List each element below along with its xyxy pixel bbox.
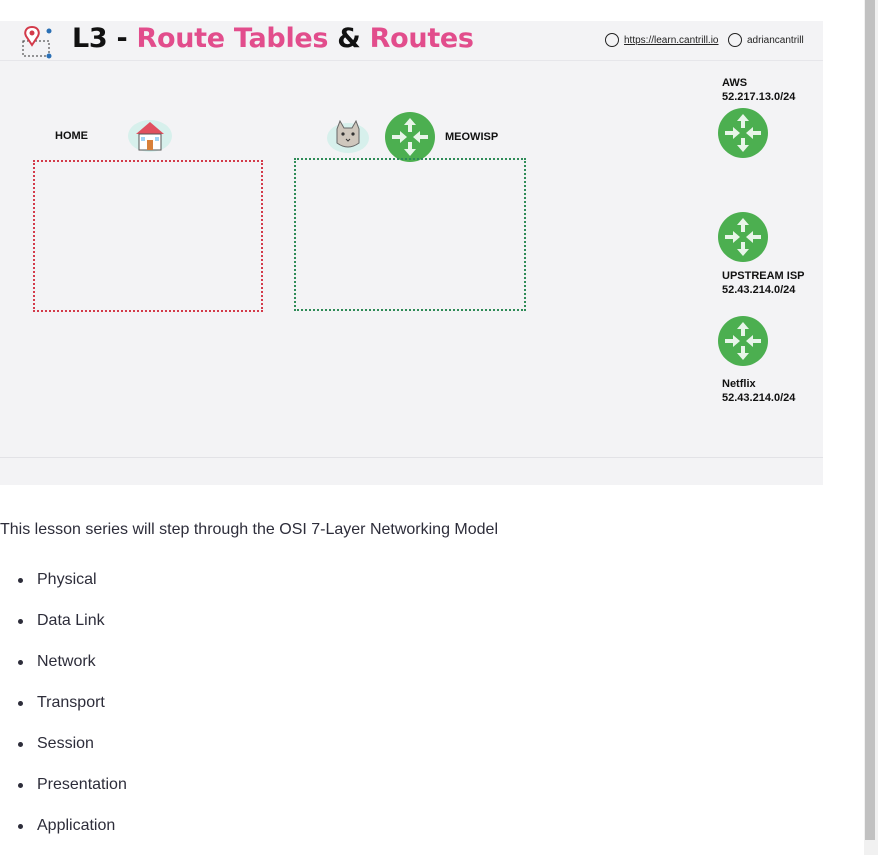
upstream-network: 52.43.214.0/24 bbox=[722, 284, 796, 296]
aws-router-icon bbox=[718, 108, 768, 158]
netflix-router-icon bbox=[718, 316, 768, 366]
layer-label: Data Link bbox=[37, 612, 105, 629]
aws-network: 52.217.13.0/24 bbox=[722, 91, 796, 103]
twitter-handle-text: adriancantrill bbox=[747, 34, 804, 46]
aws-label: AWS 52.217.13.0/24 bbox=[722, 76, 795, 104]
upstream-router-icon bbox=[718, 212, 768, 262]
header-divider bbox=[0, 60, 823, 61]
osi-layer-list: Physical Data Link Network Transport Ses… bbox=[18, 571, 127, 858]
meowisp-router-icon bbox=[385, 112, 435, 162]
bullet-icon bbox=[18, 701, 23, 706]
layer-label: Application bbox=[37, 817, 116, 834]
bullet-icon bbox=[18, 660, 23, 665]
intro-text: This lesson series will step through the… bbox=[0, 521, 498, 538]
compass-icon bbox=[605, 33, 619, 47]
list-item: Physical bbox=[18, 571, 127, 612]
netflix-network: 52.43.214.0/24 bbox=[722, 392, 796, 404]
meowisp-label: MEOWISP bbox=[445, 131, 499, 143]
website-link[interactable]: https://learn.cantrill.io bbox=[605, 33, 719, 47]
list-item: Application bbox=[18, 817, 127, 858]
title-route-tables: Route Tables bbox=[136, 23, 329, 54]
netflix-name: Netflix bbox=[722, 378, 756, 390]
scrollbar-thumb[interactable] bbox=[865, 0, 875, 840]
layer-label: Network bbox=[37, 653, 96, 670]
upstream-name: UPSTREAM ISP bbox=[722, 270, 805, 282]
twitter-icon bbox=[728, 33, 742, 47]
bullet-icon bbox=[18, 578, 23, 583]
list-item: Session bbox=[18, 735, 127, 776]
slide-image: L3 - Route Tables & Routes https://learn… bbox=[0, 21, 823, 485]
slide-footer-divider bbox=[0, 457, 823, 458]
bullet-icon bbox=[18, 619, 23, 624]
layer-label: Session bbox=[37, 735, 94, 752]
title-amp: & bbox=[328, 23, 370, 54]
title-routes: Routes bbox=[369, 23, 474, 54]
title-prefix: L3 - bbox=[72, 23, 137, 54]
cat-icon bbox=[327, 119, 369, 153]
vertical-scrollbar[interactable] bbox=[864, 0, 878, 855]
bullet-icon bbox=[18, 824, 23, 829]
bullet-icon bbox=[18, 783, 23, 788]
map-pin-icon bbox=[22, 25, 52, 59]
website-link-text[interactable]: https://learn.cantrill.io bbox=[624, 35, 719, 46]
list-item: Transport bbox=[18, 694, 127, 735]
layer-label: Physical bbox=[37, 571, 97, 588]
slide-title: L3 - Route Tables & Routes bbox=[72, 23, 474, 54]
twitter-handle: adriancantrill bbox=[728, 33, 804, 47]
bullet-icon bbox=[18, 742, 23, 747]
home-label: HOME bbox=[55, 130, 88, 142]
house-icon bbox=[128, 120, 172, 152]
layer-label: Presentation bbox=[37, 776, 127, 793]
home-network-box bbox=[33, 160, 263, 312]
list-item: Data Link bbox=[18, 612, 127, 653]
netflix-label: Netflix 52.43.214.0/24 bbox=[722, 377, 795, 405]
list-item: Presentation bbox=[18, 776, 127, 817]
meowisp-network-box bbox=[294, 158, 526, 311]
layer-label: Transport bbox=[37, 694, 105, 711]
upstream-label: UPSTREAM ISP 52.43.214.0/24 bbox=[722, 269, 805, 297]
list-item: Network bbox=[18, 653, 127, 694]
aws-name: AWS bbox=[722, 77, 748, 89]
